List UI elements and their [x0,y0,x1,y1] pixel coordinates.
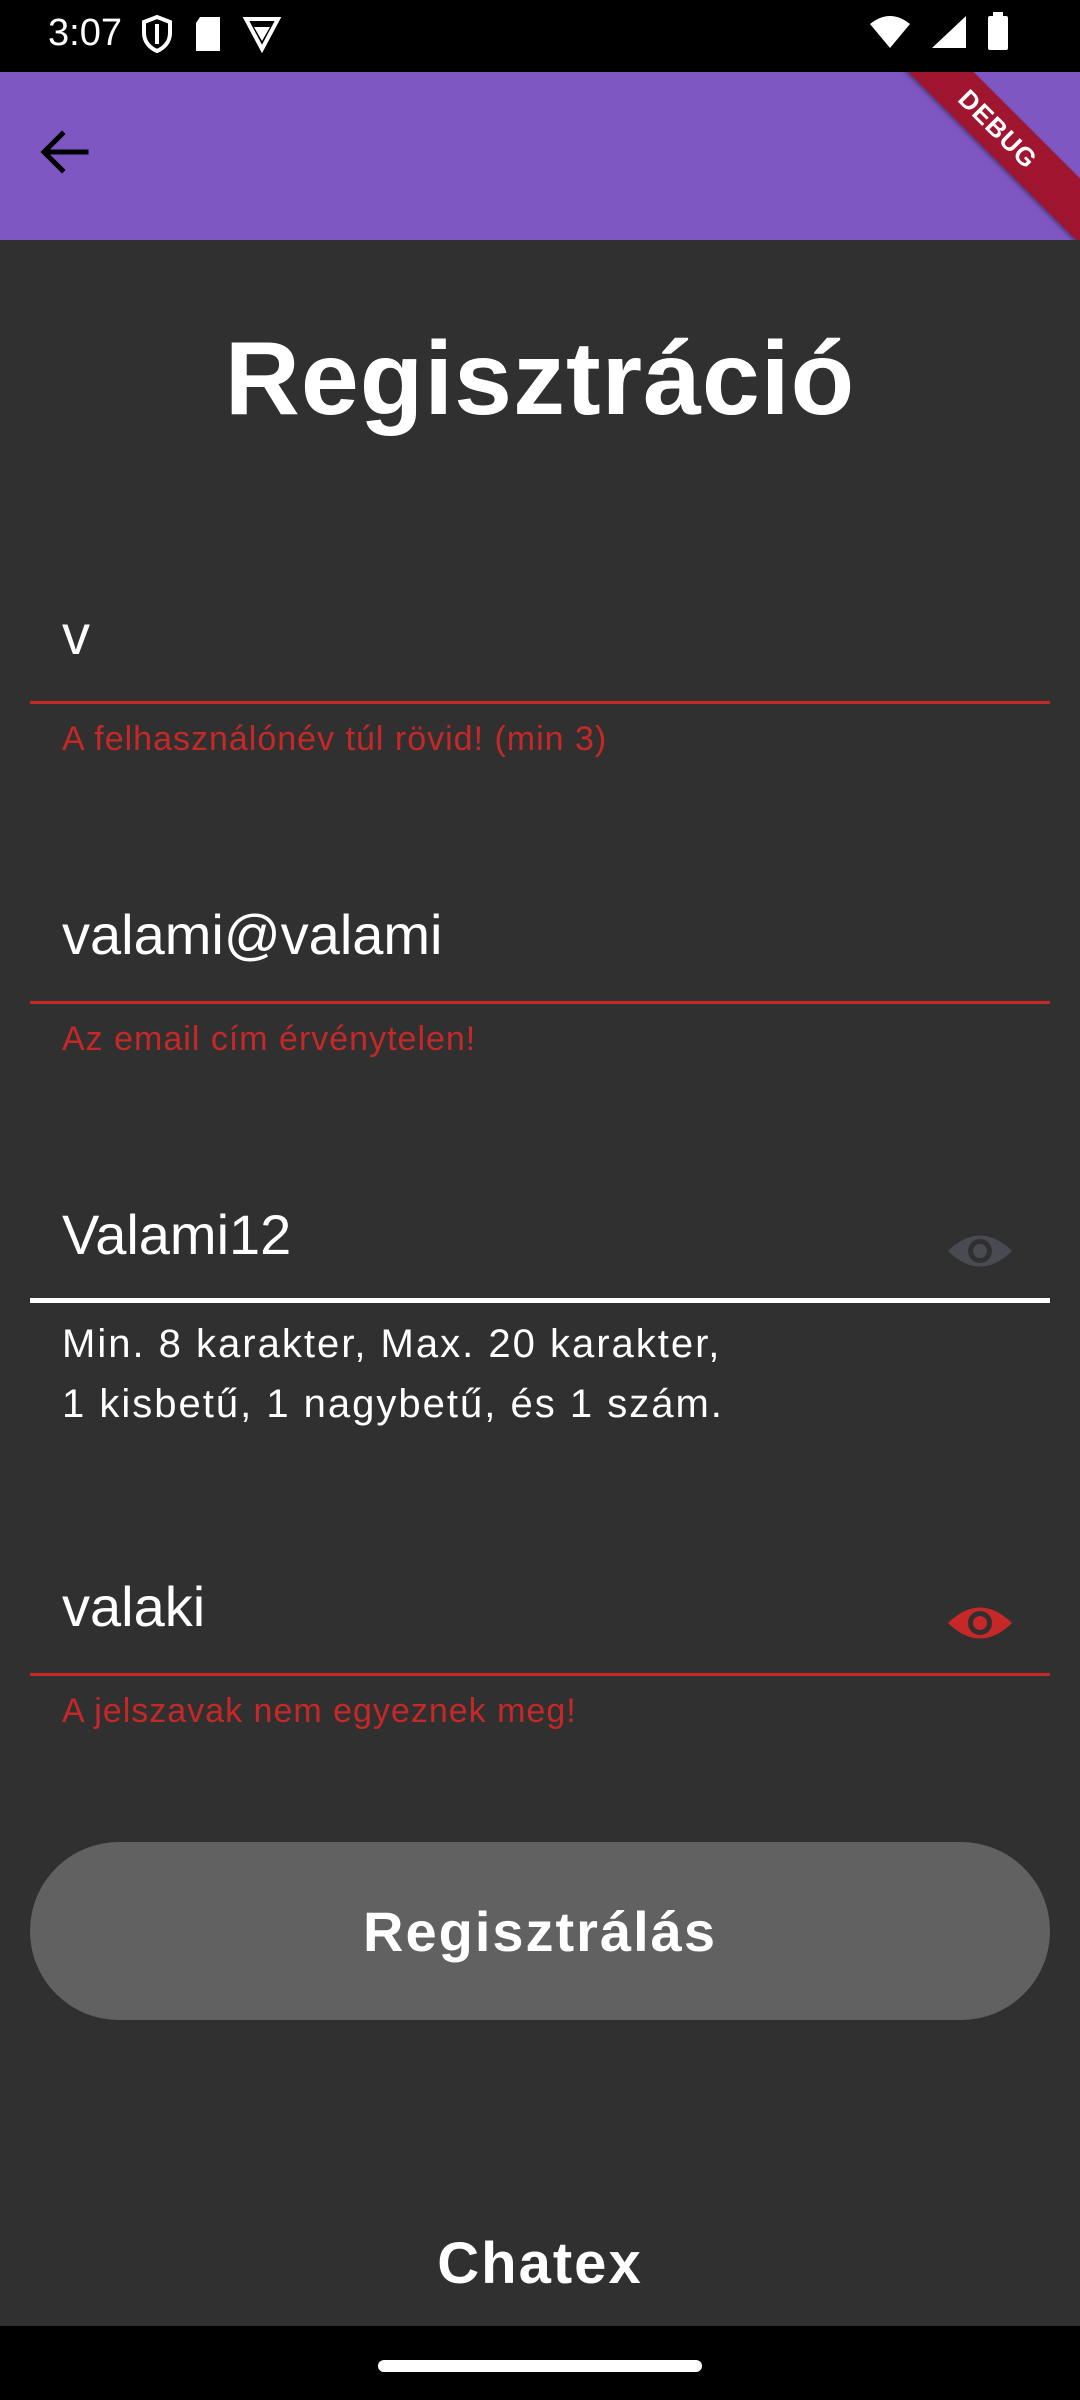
signal-icon [932,16,966,48]
username-field[interactable]: v A felhasználónév túl rövid! (min 3) [30,590,1050,770]
status-bar: 3:07 [0,0,1080,72]
status-icons-right [868,12,1010,52]
password-field[interactable]: Valami12 Min. 8 karakter, Max. 20 karakt… [30,1190,1050,1440]
email-field[interactable]: valami@valami Az email cím érvénytelen! [30,890,1050,1070]
email-underline [30,1001,1050,1004]
password-confirm-underline [30,1673,1050,1676]
footer-brand: Chatex [437,2231,643,2296]
email-error: Az email cím érvénytelen! [62,1020,477,1058]
battery-icon [988,12,1008,50]
username-error: A felhasználónév túl rövid! (min 3) [62,720,608,758]
password-helper-line2: 1 kisbetű, 1 nagybetű, és 1 szám. [62,1382,724,1426]
vpn-icon [242,17,282,53]
status-time: 3:07 [48,12,122,54]
debug-banner: DEBUG [900,72,1080,240]
page-title: Regisztráció [224,321,856,437]
password-helper: Min. 8 karakter, Max. 20 karakter, 1 kis… [62,1314,724,1434]
eye-icon[interactable] [946,1228,1014,1274]
username-underline [30,701,1050,704]
status-icons-left [140,14,282,54]
username-input[interactable]: v [62,602,90,667]
password-helper-line1: Min. 8 karakter, Max. 20 karakter, [62,1322,722,1366]
password-underline [30,1298,1050,1303]
register-button[interactable]: Regisztrálás [30,1842,1050,2020]
app-bar: DEBUG [0,72,1080,240]
email-input[interactable]: valami@valami [62,902,443,967]
password-confirm-error: A jelszavak nem egyeznek meg! [62,1692,577,1730]
debug-banner-container: DEBUG [900,72,1080,240]
password-confirm-field[interactable]: valaki A jelszavak nem egyeznek meg! [30,1562,1050,1742]
eye-icon[interactable] [946,1600,1014,1646]
password-input[interactable]: Valami12 [62,1202,291,1267]
wifi-icon [870,16,910,48]
back-button[interactable] [36,124,132,188]
password-confirm-input[interactable]: valaki [62,1574,205,1639]
shield-icon [142,14,172,54]
sd-card-icon [196,17,220,51]
navigation-bar [0,2326,1080,2400]
home-indicator[interactable] [378,2360,702,2372]
arrow-back-icon [40,130,89,174]
